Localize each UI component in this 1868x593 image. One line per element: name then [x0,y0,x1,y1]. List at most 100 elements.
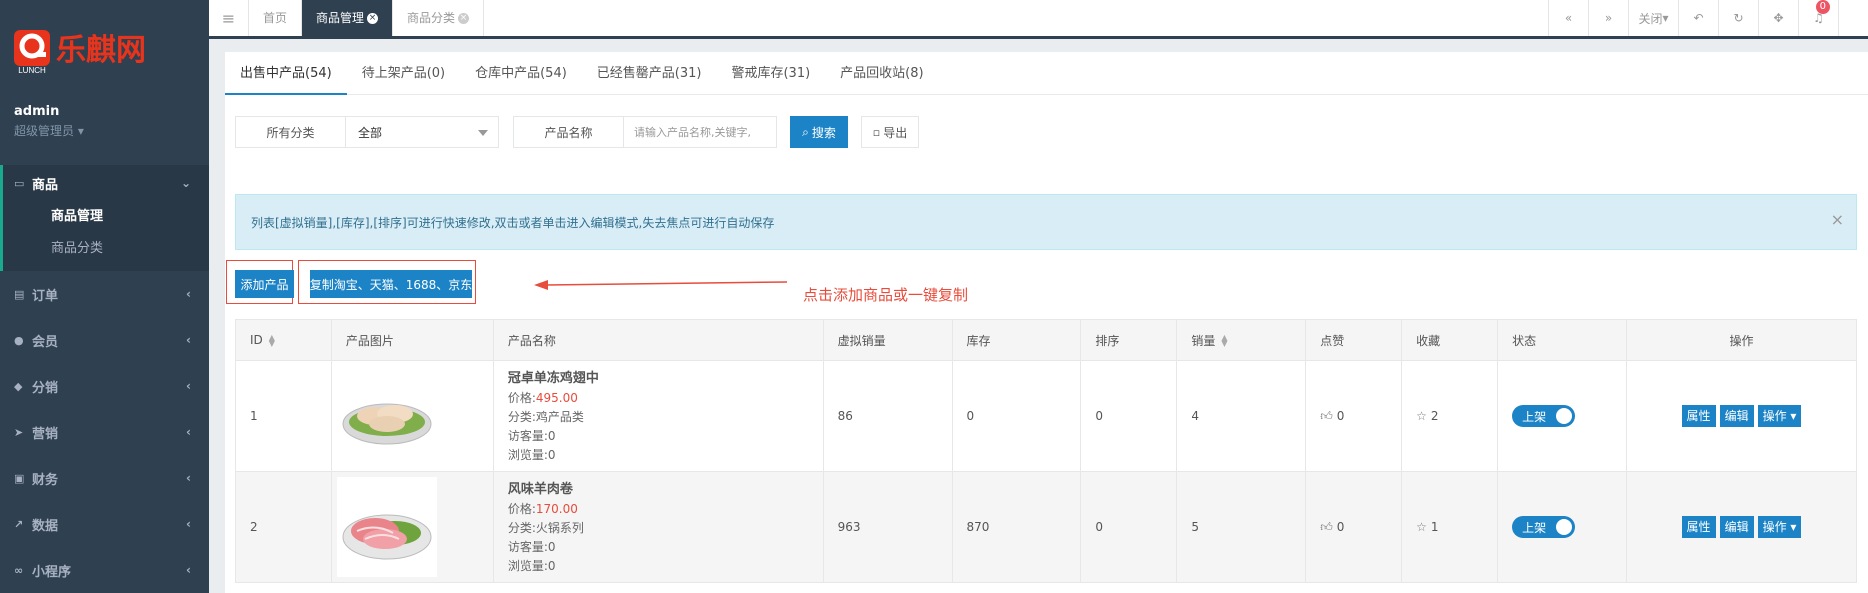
cell-virtual-sales[interactable]: 86 [822,360,953,472]
sidebar-nav: ▭ 商品 ⌄ 商品管理 商品分类 ▤ 订单 ‹ ● 会员 ‹ ◆ 分销 ‹ ➤ 营销 ‹ ▣ 财务… [0,165,209,593]
cell-sales: 4 [1176,360,1307,472]
product-price: 495.00 [535,391,578,405]
tab-product-management[interactable]: 商品管理 × [302,0,394,36]
miniprogram-icon: ∞ [14,563,24,577]
close-icon[interactable]: × [367,13,379,24]
notification-badge: 0 [1815,0,1830,14]
back-icon[interactable]: ↶ [1678,0,1718,36]
search-icon: ⌕ [802,124,809,139]
sidebar-item-members[interactable]: ● 会员 ‹ [0,317,209,363]
product-visitors: 访客量:0 [507,429,556,443]
refresh-icon[interactable]: ↻ [1718,0,1758,36]
name-label: 产品名称 [514,117,624,147]
col-status: 状态 [1497,319,1627,361]
product-name: 冠卓单冻鸡翅中 [507,371,599,386]
table-row: 2 风味羊肉卷 价格:170.00 分类:火锅系列 访客量:0 浏览量:0 96… [235,471,1857,583]
user-role[interactable]: 超级管理员 ▾ [14,122,84,139]
col-sort: 排序 [1080,319,1178,361]
sidebar-item-products[interactable]: ▭ 商品 ⌄ [3,165,209,201]
cell-actions: 属性 编辑 操作 ▾ [1626,471,1857,583]
tab-sold-out[interactable]: 已经售罄产品(31) [582,52,717,95]
close-icon[interactable]: × [458,13,470,24]
caret-down-icon: ▾ [1790,520,1797,534]
caret-down-icon: ▾ [1790,409,1797,423]
user-info[interactable]: admin 超级管理员 ▾ [14,104,84,139]
product-image[interactable] [336,477,437,577]
chevron-left-icon: ‹ [186,287,191,301]
search-button[interactable]: ⌕ 搜索 [790,116,848,148]
cell-likes: 👍︎ 0 [1305,360,1403,472]
tab-recycle-bin[interactable]: 产品回收站(8) [825,52,938,95]
cell-virtual-sales[interactable]: 963 [822,471,953,583]
topbar-tools: « » 关闭 ▾ ↶ ↻ ✥ ♫ 0 [1548,0,1868,36]
product-image[interactable] [337,366,437,466]
tab-pending[interactable]: 待上架产品(0) [347,52,460,95]
col-sales[interactable]: 销量 ▲ ▼ [1176,319,1307,361]
more-actions-button[interactable]: 操作 ▾ [1757,405,1802,427]
name-filter: 产品名称 请输入产品名称,关键字, [513,116,777,148]
sidebar-item-data[interactable]: ↗ 数据 ‹ [0,501,209,547]
status-toggle[interactable]: 上架 [1512,405,1576,427]
sidebar-item-distribution[interactable]: ◆ 分销 ‹ [0,363,209,409]
cell-sort[interactable]: 0 [1080,471,1178,583]
chevron-left-icon: ‹ [186,471,191,485]
send-icon: ➤ [14,425,24,439]
close-icon[interactable]: × [1831,210,1844,229]
cell-stock[interactable]: 870 [951,471,1082,583]
product-table: ID ▲ ▼ 产品图片 产品名称 虚拟销量 库存 排序 销量 ▲ ▼ 点赞 收藏 状态 … [235,319,1857,583]
edit-button[interactable]: 编辑 [1719,516,1754,538]
tab-home[interactable]: 首页 [249,0,303,36]
close-tabs-dropdown[interactable]: 关闭 ▾ [1628,0,1678,36]
fullscreen-icon[interactable]: ✥ [1758,0,1798,36]
cell-id: 2 [235,471,332,583]
col-virtual-sales: 虚拟销量 [822,319,953,361]
cell-sort[interactable]: 0 [1080,360,1178,472]
bell-icon[interactable]: ♫ 0 [1798,0,1838,36]
cell-status: 上架 [1497,360,1627,472]
cell-favorites: ☆ 2 [1401,360,1499,472]
tab-on-sale[interactable]: 出售中产品(54) [225,52,347,95]
user-icon: ● [14,333,24,347]
cell-actions: 属性 编辑 操作 ▾ [1626,360,1857,472]
thumbs-up-icon: 👍︎ [1320,519,1333,534]
col-favorites: 收藏 [1401,319,1499,361]
edit-button[interactable]: 编辑 [1719,405,1754,427]
tab-warehouse[interactable]: 仓库中产品(54) [460,52,582,95]
menu-toggle-icon[interactable]: ≡ [209,0,249,36]
tab-product-category[interactable]: 商品分类 × [393,0,485,36]
product-tabs: 出售中产品(54) 待上架产品(0) 仓库中产品(54) 已经售罄产品(31) … [225,52,1868,95]
sidebar-item-product-management[interactable]: 商品管理 [3,201,209,233]
col-id[interactable]: ID ▲ ▼ [235,319,332,361]
scroll-left-icon[interactable]: « [1548,0,1588,36]
svg-text:乐麒网: 乐麒网 [56,33,146,68]
caret-down-icon: ▾ [1662,11,1669,25]
product-category: 分类:鸡产品类 [507,410,584,424]
user-name: admin [14,104,60,119]
copy-product-button[interactable]: 复制淘宝、天猫、1688、京东 [310,270,472,298]
status-toggle[interactable]: 上架 [1512,516,1576,538]
export-button[interactable]: ▫ 导出 [861,116,919,148]
annotation-arrow [534,280,788,290]
tab-low-stock[interactable]: 警戒库存(31) [716,52,825,95]
sidebar-item-product-category[interactable]: 商品分类 [3,233,209,265]
more-actions-button[interactable]: 操作 ▾ [1757,516,1802,538]
chevron-left-icon: ‹ [186,517,191,531]
distribution-icon: ◆ [14,379,23,393]
chevron-left-icon: ‹ [186,379,191,393]
search-input[interactable]: 请输入产品名称,关键字, [624,117,776,147]
scroll-right-icon[interactable]: » [1588,0,1628,36]
sidebar-item-miniprogram[interactable]: ∞ 小程序 ‹ [0,547,209,593]
add-product-button[interactable]: 添加产品 [235,270,294,298]
category-select[interactable]: 全部 [346,117,498,147]
chevron-left-icon: ‹ [186,425,191,439]
logo: LUNCH 乐麒网 [14,30,146,74]
filter-bar: 所有分类 全部 产品名称 请输入产品名称,关键字, ⌕ 搜索 ▫ 导出 [235,116,919,148]
more-icon[interactable] [1838,0,1868,36]
sidebar-item-marketing[interactable]: ➤ 营销 ‹ [0,409,209,455]
sidebar-item-orders[interactable]: ▤ 订单 ‹ [0,271,209,317]
annotation-text: 点击添加商品或一键复制 [803,286,969,304]
cell-stock[interactable]: 0 [951,360,1082,472]
attr-button[interactable]: 属性 [1681,516,1716,538]
sidebar-item-finance[interactable]: ▣ 财务 ‹ [0,455,209,501]
attr-button[interactable]: 属性 [1681,405,1716,427]
